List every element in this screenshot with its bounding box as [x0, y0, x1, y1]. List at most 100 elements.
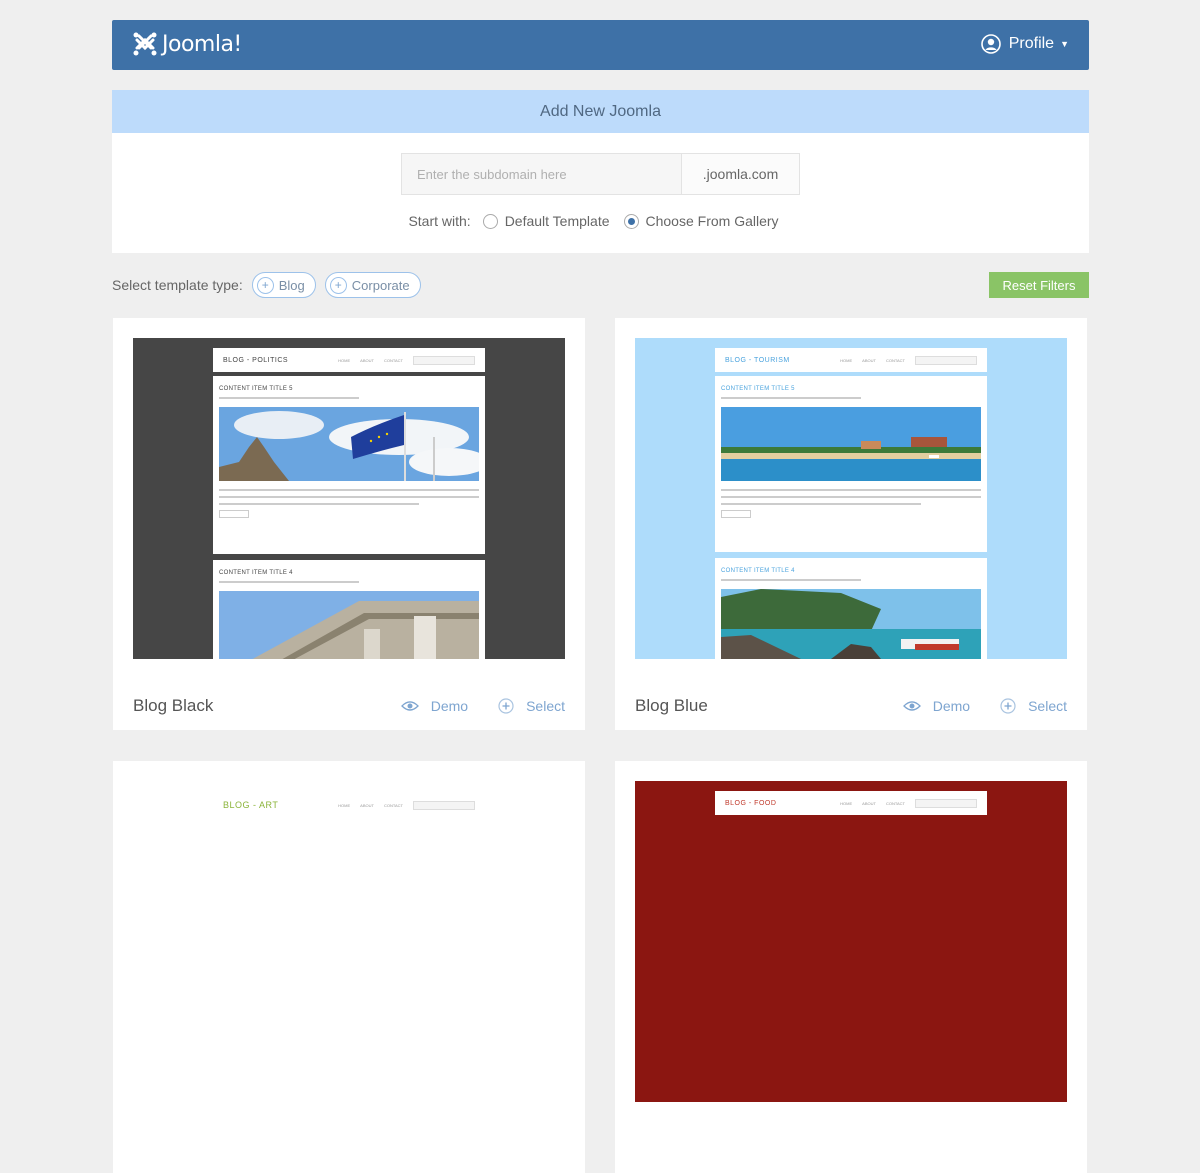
preview-meta [219, 397, 359, 399]
radio-label: Choose From Gallery [645, 213, 779, 229]
preview-item-title: CONTENT ITEM TITLE 5 [219, 386, 293, 392]
preview-nav-item: HOME [840, 357, 853, 363]
preview-title: BLOG - TOURISM [725, 356, 790, 364]
preview-text-line [721, 489, 981, 491]
radio-button-icon [482, 213, 498, 229]
preview-header: BLOG - ART HOME ABOUT CONTACT [213, 793, 485, 817]
domain-suffix: .joomla.com [681, 154, 799, 194]
preview-article: CONTENT ITEM TITLE 4 [715, 558, 987, 659]
preview-header: BLOG - FOOD HOME ABOUT CONTACT [715, 791, 987, 815]
preview-nav: HOME ABOUT CONTACT [338, 355, 475, 365]
preview-text-line [219, 496, 479, 498]
radio-label: Default Template [504, 213, 610, 229]
subdomain-group: .joomla.com [401, 153, 800, 195]
preview-header: BLOG - TOURISM HOME ABOUT CONTACT [715, 348, 987, 372]
chip-label: Blog [278, 277, 305, 293]
preview-nav: HOME ABOUT CONTACT [338, 800, 475, 810]
template-card-blog-food: BLOG - FOOD HOME ABOUT CONTACT [615, 761, 1087, 1173]
default-template-radio[interactable]: Default Template [482, 213, 610, 229]
filter-label: Select template type: [112, 277, 243, 293]
preview-text-line [219, 503, 419, 505]
preview-search [915, 798, 977, 808]
plus-circle-icon [1000, 698, 1016, 714]
profile-menu[interactable]: Profile ▼ [980, 34, 1069, 54]
select-button[interactable]: Select [1000, 698, 1067, 714]
preview-article: CONTENT ITEM TITLE 5 [213, 376, 485, 554]
preview-title: BLOG - POLITICS [223, 356, 289, 364]
preview-article: CONTENT ITEM TITLE 4 [213, 560, 485, 659]
eye-icon [400, 701, 419, 711]
plus-icon: + [329, 276, 347, 294]
preview-nav: HOME ABOUT CONTACT [840, 355, 977, 365]
preview-text-line [219, 489, 479, 491]
preview-readmore [219, 510, 249, 518]
reset-filters-button[interactable]: Reset Filters [989, 272, 1089, 298]
template-card-blog-art: BLOG - ART HOME ABOUT CONTACT [113, 761, 585, 1173]
add-new-panel: Add New Joomla .joomla.com Start with: D… [112, 90, 1089, 253]
preview-item-title: CONTENT ITEM TITLE 5 [721, 386, 795, 392]
preview-item-title: CONTENT ITEM TITLE 4 [219, 570, 293, 576]
preview-nav-item: ABOUT [862, 800, 876, 806]
preview-photo-beach [721, 407, 981, 481]
demo-label: Demo [932, 698, 971, 714]
preview-nav-item: CONTACT [885, 800, 905, 806]
template-preview[interactable]: BLOG - TOURISM HOME ABOUT CONTACT CONTEN… [635, 338, 1067, 659]
preview-nav-item: ABOUT [360, 357, 374, 363]
preview-meta [721, 579, 861, 581]
preview-photo-building [219, 591, 479, 659]
preview-title: BLOG - FOOD [725, 799, 777, 807]
preview-nav-item: CONTACT [885, 357, 905, 363]
filter-chip-blog[interactable]: + Blog [251, 272, 316, 298]
top-navbar: Joomla! Profile ▼ [112, 20, 1089, 70]
preview-text-line [721, 496, 981, 498]
template-card-blog-blue: BLOG - TOURISM HOME ABOUT CONTACT CONTEN… [615, 318, 1087, 730]
choose-gallery-radio[interactable]: Choose From Gallery [623, 213, 779, 229]
plus-icon: + [256, 276, 274, 294]
caret-down-icon: ▼ [1060, 39, 1069, 49]
preview-nav-item: HOME [338, 802, 351, 808]
preview-readmore [721, 510, 751, 518]
card-actions: Demo Select [371, 698, 565, 714]
template-preview[interactable]: BLOG - FOOD HOME ABOUT CONTACT [635, 781, 1067, 1102]
preview-search [915, 355, 977, 365]
preview-title: BLOG - ART [223, 800, 279, 810]
preview-article: CONTENT ITEM TITLE 5 [715, 376, 987, 552]
eye-icon [902, 701, 921, 711]
select-label: Select [526, 698, 565, 714]
radio-button-selected-icon [623, 213, 639, 229]
demo-button[interactable]: Demo [400, 698, 469, 714]
template-name: Blog Black [133, 696, 214, 715]
demo-label: Demo [430, 698, 469, 714]
template-name: Blog Blue [635, 696, 708, 715]
preview-search [413, 355, 475, 365]
profile-label: Profile [1008, 35, 1055, 52]
user-icon [980, 34, 1001, 54]
preview-nav-item: ABOUT [862, 357, 876, 363]
template-preview[interactable]: BLOG - ART HOME ABOUT CONTACT [133, 781, 565, 1102]
chip-label: Corporate [351, 277, 410, 293]
subdomain-input[interactable] [402, 154, 681, 194]
preview-nav-item: CONTACT [383, 802, 403, 808]
preview-meta [721, 397, 861, 399]
preview-photo-coast [721, 589, 981, 659]
select-label: Select [1028, 698, 1067, 714]
preview-header: BLOG - POLITICS HOME ABOUT CONTACT [213, 348, 485, 372]
preview-nav-item: CONTACT [383, 357, 403, 363]
plus-circle-icon [498, 698, 514, 714]
template-preview[interactable]: BLOG - POLITICS HOME ABOUT CONTACT CONTE… [133, 338, 565, 659]
demo-button[interactable]: Demo [902, 698, 971, 714]
preview-text-line [721, 503, 921, 505]
template-card-blog-black: BLOG - POLITICS HOME ABOUT CONTACT CONTE… [113, 318, 585, 730]
card-actions: Demo Select [873, 698, 1067, 714]
preview-meta [219, 581, 359, 583]
preview-item-title: CONTENT ITEM TITLE 4 [721, 568, 795, 574]
filter-chip-corporate[interactable]: + Corporate [324, 272, 421, 298]
panel-title: Add New Joomla [112, 90, 1089, 133]
joomla-logo[interactable]: Joomla! [132, 31, 242, 57]
preview-search [413, 800, 475, 810]
select-button[interactable]: Select [498, 698, 565, 714]
preview-nav: HOME ABOUT CONTACT [840, 798, 977, 808]
preview-photo-flag [219, 407, 479, 481]
preview-nav-item: HOME [338, 357, 351, 363]
brand-name: Joomla! [162, 31, 242, 57]
